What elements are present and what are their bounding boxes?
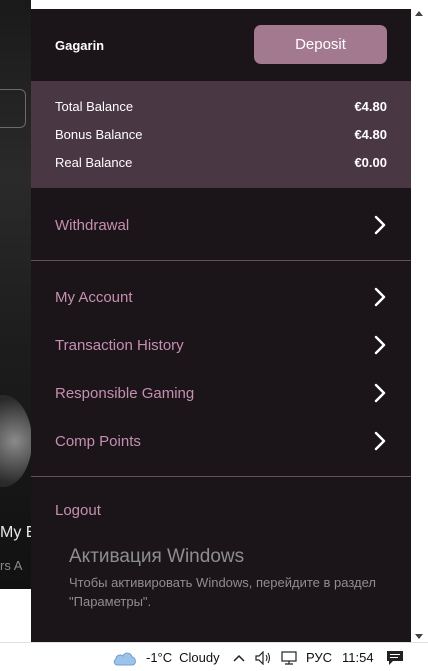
scrollbar[interactable]	[411, 9, 428, 642]
language-indicator[interactable]: РУС	[306, 643, 332, 671]
taskbar: -1°C Cloudy РУС 11:54	[0, 642, 428, 671]
notification-icon	[387, 650, 403, 665]
menu-item-transaction-history[interactable]: Transaction History	[31, 325, 411, 365]
chevron-right-icon	[374, 383, 386, 403]
menu-item-label: Transaction History	[55, 336, 184, 354]
temperature: -1°C	[146, 650, 173, 665]
total-balance-amount: €4.80	[354, 99, 387, 114]
logout-link[interactable]: Logout	[55, 502, 101, 519]
real-balance-row: Real Balance €0.00	[55, 155, 387, 170]
chevron-up-icon	[233, 654, 245, 662]
clock[interactable]: 11:54	[342, 643, 374, 671]
username: Gagarin	[55, 38, 105, 53]
weather-condition: Cloudy	[179, 650, 220, 665]
menu-item-label: My Account	[55, 288, 133, 306]
show-hidden-icons[interactable]	[232, 643, 246, 671]
total-balance-label: Total Balance	[55, 99, 134, 114]
scroll-down-icon[interactable]	[415, 634, 423, 639]
network-status[interactable]	[280, 643, 298, 671]
real-balance-amount: €0.00	[354, 155, 387, 170]
speaker-icon	[255, 650, 271, 665]
cloud-icon	[113, 652, 136, 665]
bonus-balance-row: Bonus Balance €4.80	[55, 127, 387, 142]
network-icon	[281, 650, 297, 665]
bonus-balance-label: Bonus Balance	[55, 127, 143, 142]
background-page: My E rs A	[0, 0, 31, 589]
divider	[31, 476, 411, 477]
chevron-right-icon	[374, 431, 386, 451]
weather-widget[interactable]: -1°C Cloudy	[112, 643, 220, 671]
background-lower-area	[0, 589, 31, 642]
menu-item-my-account[interactable]: My Account	[31, 277, 411, 317]
bonus-balance-amount: €4.80	[354, 127, 387, 142]
scroll-up-icon[interactable]	[415, 11, 423, 16]
deposit-button[interactable]: Deposit	[254, 25, 387, 64]
chevron-right-icon	[374, 335, 386, 355]
action-center[interactable]	[386, 643, 404, 671]
menu-item-withdrawal[interactable]: Withdrawal	[31, 205, 411, 245]
menu-item-responsible-gaming[interactable]: Responsible Gaming	[31, 373, 411, 413]
activation-title: Активация Windows	[69, 546, 245, 567]
drawer-header: Gagarin Deposit	[31, 9, 411, 81]
balance-panel: Total Balance €4.80 Bonus Balance €4.80 …	[31, 81, 411, 188]
menu-item-comp-points[interactable]: Comp Points	[31, 421, 411, 461]
activation-text: Чтобы активировать Windows, перейдите в …	[69, 575, 376, 609]
windows-activation-watermark: Активация Windows Чтобы активировать Win…	[69, 546, 389, 611]
divider	[31, 260, 411, 261]
chevron-right-icon	[374, 215, 386, 235]
chevron-right-icon	[374, 287, 386, 307]
real-balance-label: Real Balance	[55, 155, 133, 170]
background-search-box	[0, 89, 26, 128]
background-roulette-image	[0, 395, 31, 487]
menu-item-label: Comp Points	[55, 432, 141, 450]
background-title-fragment: My E	[0, 524, 31, 541]
volume-control[interactable]	[255, 643, 273, 671]
background-subtitle-fragment: rs A	[0, 558, 23, 573]
menu-item-label: Responsible Gaming	[55, 384, 195, 402]
menu-item-label: Withdrawal	[55, 216, 130, 234]
total-balance-row: Total Balance €4.80	[55, 99, 387, 114]
